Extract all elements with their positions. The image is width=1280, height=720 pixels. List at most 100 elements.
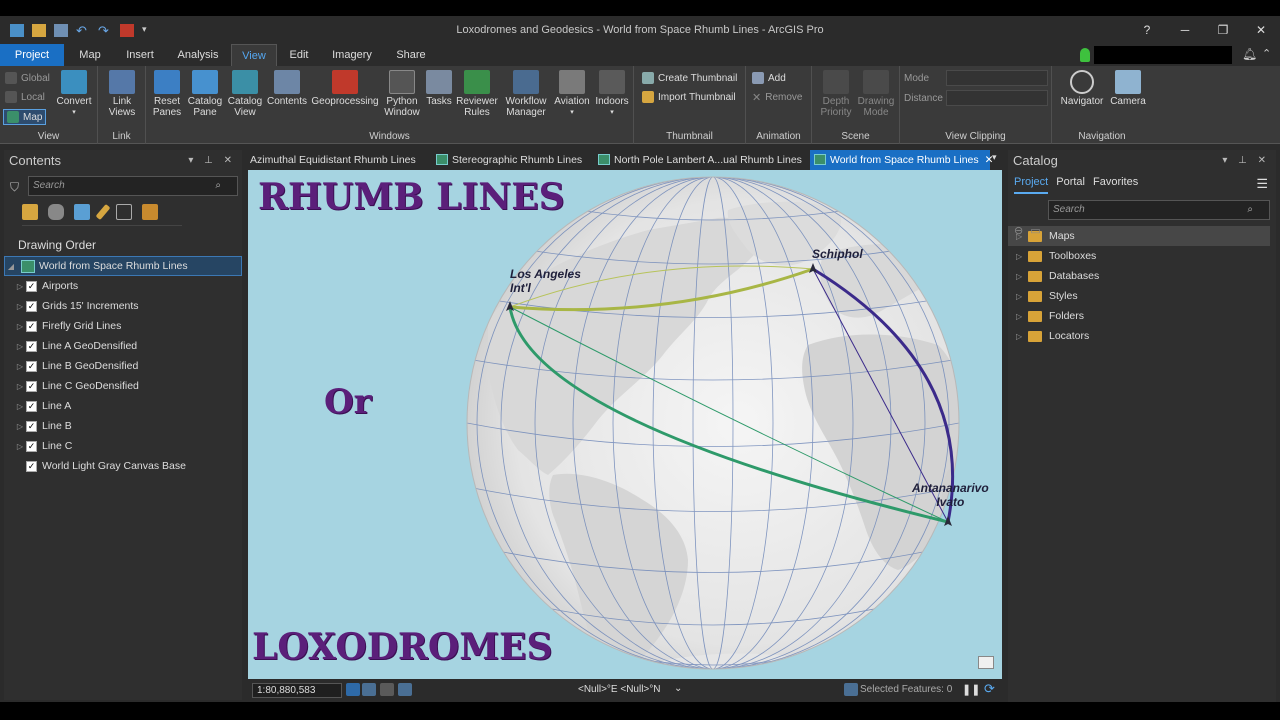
back-icon[interactable]: ⊖: [1014, 225, 1023, 237]
list-by-selection-icon[interactable]: [74, 204, 90, 220]
catalog-item[interactable]: ▷ Styles: [1008, 286, 1276, 306]
camera-button[interactable]: Camera: [1108, 70, 1148, 107]
scale-input[interactable]: 1:80,880,583: [252, 683, 342, 698]
layer-item[interactable]: ▷ ✓ Line B: [4, 416, 242, 436]
grid-icon[interactable]: [380, 683, 394, 696]
list-by-snapping-icon[interactable]: [116, 204, 132, 220]
scale-dropdown-icon[interactable]: [346, 683, 360, 696]
layer-item[interactable]: ▷ ✓ Line B GeoDensified: [4, 356, 242, 376]
close-button[interactable]: ✕: [1242, 16, 1280, 44]
map-tips-icon[interactable]: [978, 656, 994, 669]
catalog-tab-project[interactable]: Project: [1014, 176, 1049, 194]
layer-item[interactable]: ▷ ✓ Line A GeoDensified: [4, 336, 242, 356]
expand-icon[interactable]: ▷: [1016, 332, 1028, 341]
refresh-icon[interactable]: ⟳: [984, 681, 995, 697]
list-by-drawing-order-icon[interactable]: [22, 204, 38, 220]
tab-view[interactable]: View: [231, 44, 277, 66]
visibility-checkbox[interactable]: ✓: [26, 280, 37, 292]
contents-button[interactable]: Contents: [266, 70, 308, 107]
visibility-checkbox[interactable]: ✓: [26, 400, 37, 412]
menu-icon[interactable]: ☰: [1256, 176, 1268, 192]
reset-panes-button[interactable]: Reset Panes: [148, 70, 186, 118]
visibility-checkbox[interactable]: ✓: [26, 460, 37, 472]
layer-item[interactable]: ▷ ✓ Firefly Grid Lines: [4, 316, 242, 336]
catalog-item[interactable]: ▷ Folders: [1008, 306, 1276, 326]
aviation-button[interactable]: Aviation ▾: [552, 70, 592, 118]
tab-analysis[interactable]: Analysis: [170, 44, 226, 66]
tab-azimuthal[interactable]: Azimuthal Equidistant Rhumb Lines: [246, 150, 428, 170]
import-thumbnail-button[interactable]: Import Thumbnail: [642, 91, 736, 103]
mode-dropdown[interactable]: [946, 70, 1048, 86]
filter-icon[interactable]: ⛉: [10, 180, 19, 195]
expand-icon[interactable]: ▷: [14, 382, 26, 391]
layer-item[interactable]: ▷ ✓ Grids 15' Increments: [4, 296, 242, 316]
expand-icon[interactable]: ▷: [14, 422, 26, 431]
tab-north-pole[interactable]: North Pole Lambert A...ual Rhumb Lines: [594, 150, 806, 170]
visibility-checkbox[interactable]: ✓: [26, 340, 37, 352]
local-button[interactable]: Local: [5, 91, 45, 103]
convert-button[interactable]: Convert ▾: [54, 70, 94, 118]
catalog-search-input[interactable]: Search ⌕: [1048, 200, 1270, 220]
catalog-item[interactable]: ▷ Locators: [1008, 326, 1276, 346]
tab-world-from-space[interactable]: World from Space Rhumb Lines ✕: [810, 150, 993, 170]
tab-map[interactable]: Map: [70, 44, 110, 66]
tab-edit[interactable]: Edit: [282, 44, 316, 66]
expand-icon[interactable]: ▷: [14, 302, 26, 311]
global-button[interactable]: Global: [5, 72, 50, 84]
layer-item[interactable]: ✓ World Light Gray Canvas Base: [4, 456, 242, 476]
fixed-zoom-icon[interactable]: [362, 683, 376, 696]
tab-list-icon[interactable]: ▾: [992, 152, 997, 163]
list-by-source-icon[interactable]: [48, 204, 64, 220]
expand-icon[interactable]: ▷: [1016, 292, 1028, 301]
search-icon[interactable]: ⌕: [1247, 201, 1253, 219]
reviewer-rules-button[interactable]: Reviewer Rules: [456, 70, 498, 118]
list-by-labeling-icon[interactable]: [142, 204, 158, 220]
minimize-button[interactable]: ─: [1166, 16, 1204, 44]
catalog-view-button[interactable]: Catalog View: [226, 70, 264, 118]
catalog-item[interactable]: ▷ Toolboxes: [1008, 246, 1276, 266]
signin-icon[interactable]: [1080, 48, 1090, 62]
depth-priority-button[interactable]: Depth Priority: [816, 70, 856, 118]
collapse-ribbon-icon[interactable]: ⌃: [1262, 47, 1271, 60]
catalog-item[interactable]: ▷ Maps: [1008, 226, 1270, 246]
map-item[interactable]: ◢ World from Space Rhumb Lines: [4, 256, 242, 276]
folder-up-icon[interactable]: ▭: [1030, 225, 1040, 237]
collapse-icon[interactable]: ◢: [5, 262, 17, 271]
add-animation-button[interactable]: Add: [752, 72, 786, 84]
expand-icon[interactable]: ▷: [14, 402, 26, 411]
python-window-button[interactable]: Python Window: [382, 70, 422, 118]
coordinate-format-dropdown[interactable]: ⌄: [674, 683, 682, 694]
create-thumbnail-button[interactable]: Create Thumbnail: [642, 72, 737, 84]
tab-share[interactable]: Share: [390, 44, 432, 66]
list-by-editing-icon[interactable]: [95, 203, 111, 221]
drawing-mode-button[interactable]: Drawing Mode: [856, 70, 896, 118]
expand-icon[interactable]: ▷: [14, 282, 26, 291]
catalog-tab-portal[interactable]: Portal: [1056, 176, 1085, 194]
notifications-icon[interactable]: 🔔︎: [1242, 47, 1257, 61]
catalog-tab-favorites[interactable]: Favorites: [1093, 176, 1138, 194]
expand-icon[interactable]: ▷: [14, 442, 26, 451]
layer-item[interactable]: ▷ ✓ Line C GeoDensified: [4, 376, 242, 396]
indoors-button[interactable]: Indoors ▾: [592, 70, 632, 118]
expand-icon[interactable]: ▷: [1016, 312, 1028, 321]
catalog-pane-button[interactable]: Catalog Pane: [186, 70, 224, 118]
visibility-checkbox[interactable]: ✓: [26, 440, 37, 452]
tab-stereographic[interactable]: Stereographic Rhumb Lines: [432, 150, 590, 170]
pane-controls[interactable]: ▾ ⊥ ✕: [1222, 150, 1270, 172]
catalog-item[interactable]: ▷ Databases: [1008, 266, 1276, 286]
restore-button[interactable]: ❐: [1204, 16, 1242, 44]
layer-item[interactable]: ▷ ✓ Airports: [4, 276, 242, 296]
map-button[interactable]: Map: [3, 109, 47, 125]
pane-controls[interactable]: ▾ ⊥ ✕: [188, 150, 236, 172]
visibility-checkbox[interactable]: ✓: [26, 420, 37, 432]
workflow-manager-button[interactable]: Workflow Manager: [500, 70, 552, 118]
visibility-checkbox[interactable]: ✓: [26, 380, 37, 392]
layer-item[interactable]: ▷ ✓ Line A: [4, 396, 242, 416]
search-icon[interactable]: ⌕: [215, 177, 221, 195]
expand-icon[interactable]: ▷: [14, 342, 26, 351]
tab-insert[interactable]: Insert: [118, 44, 162, 66]
contents-search-input[interactable]: Search ⌕: [28, 176, 238, 196]
remove-animation-button[interactable]: ✕ Remove: [752, 91, 802, 104]
help-button[interactable]: ?: [1128, 16, 1166, 44]
tab-project[interactable]: Project: [0, 44, 64, 66]
